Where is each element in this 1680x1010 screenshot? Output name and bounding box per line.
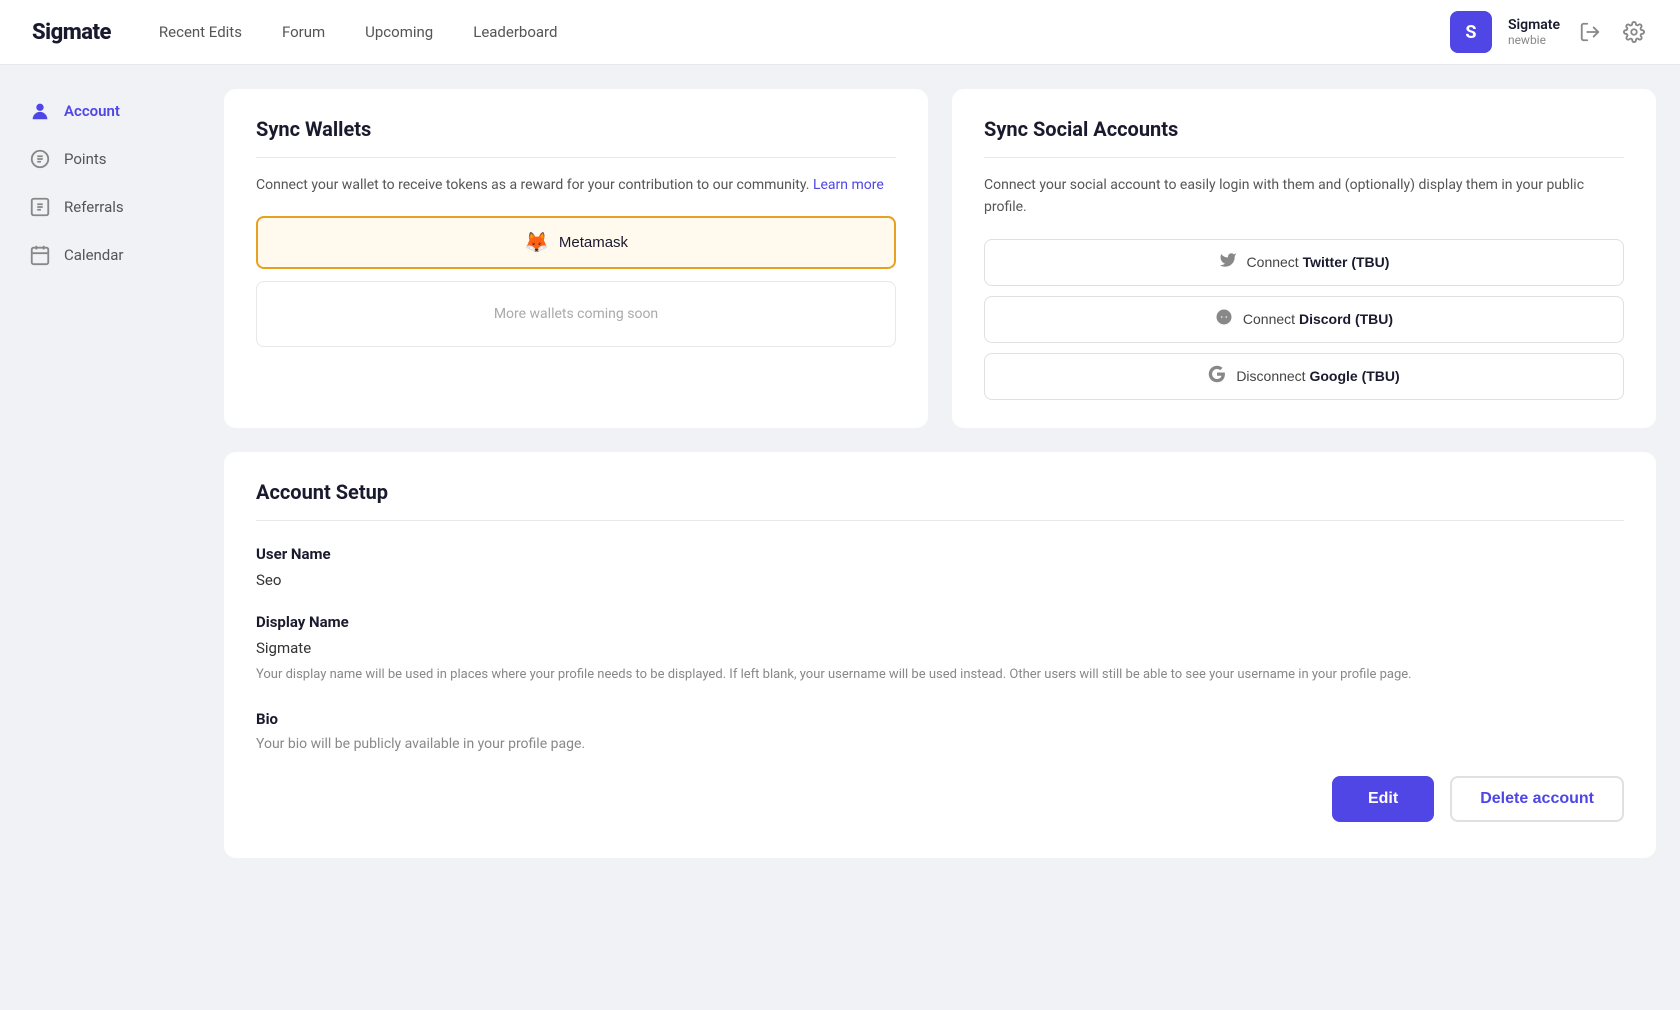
sidebar-item-referrals[interactable]: Referrals [16,185,184,229]
sidebar: Account Points Referrals [0,65,200,945]
nav-recent-edits[interactable]: Recent Edits [159,19,242,45]
discord-label: Connect Discord (TBU) [1243,311,1393,327]
twitter-label: Connect Twitter (TBU) [1247,254,1390,270]
sync-wallets-title: Sync Wallets [256,117,896,158]
calendar-icon [28,243,52,267]
app-logo: Sigmate [32,20,111,45]
sidebar-points-label: Points [64,150,107,168]
display-name-hint: Your display name will be used in places… [256,665,1624,686]
account-icon [28,99,52,123]
discord-connect-button[interactable]: Connect Discord (TBU) [984,296,1624,343]
username-value: Seo [256,571,1624,589]
header-right: S Sigmate newbie [1450,11,1648,53]
logout-icon[interactable] [1576,18,1604,46]
learn-more-link[interactable]: Learn more [813,177,884,193]
page-content: Sync Wallets Connect your wallet to rece… [200,65,1680,945]
google-icon [1208,365,1226,388]
nav-leaderboard[interactable]: Leaderboard [473,19,557,45]
metamask-icon: 🦊 [524,230,549,255]
user-name: Sigmate [1508,17,1560,33]
sync-social-title: Sync Social Accounts [984,117,1624,158]
bio-label: Bio [256,710,1624,728]
more-wallets-placeholder: More wallets coming soon [256,281,896,347]
bio-hint: Your bio will be publicly available in y… [256,736,1624,752]
referrals-icon [28,195,52,219]
sidebar-referrals-label: Referrals [64,198,124,216]
sync-wallets-desc: Connect your wallet to receive tokens as… [256,174,896,196]
google-label: Disconnect Google (TBU) [1236,368,1399,384]
edit-button[interactable]: Edit [1332,776,1434,822]
nav-upcoming[interactable]: Upcoming [365,19,433,45]
twitter-connect-button[interactable]: Connect Twitter (TBU) [984,239,1624,286]
sidebar-item-calendar[interactable]: Calendar [16,233,184,277]
discord-icon [1215,308,1233,331]
account-setup-card: Account Setup User Name Seo Display Name… [224,452,1656,858]
sync-social-card: Sync Social Accounts Connect your social… [952,89,1656,428]
sync-wallets-card: Sync Wallets Connect your wallet to rece… [224,89,928,428]
delete-account-button[interactable]: Delete account [1450,776,1624,822]
points-icon [28,147,52,171]
display-name-label: Display Name [256,613,1624,631]
main-layout: Account Points Referrals [0,65,1680,945]
user-info: Sigmate newbie [1508,17,1560,47]
metamask-button[interactable]: 🦊 Metamask [256,216,896,269]
nav-forum[interactable]: Forum [282,19,325,45]
account-setup-title: Account Setup [256,480,1624,521]
sidebar-item-points[interactable]: Points [16,137,184,181]
sidebar-account-label: Account [64,102,120,120]
twitter-icon [1219,251,1237,274]
avatar[interactable]: S [1450,11,1492,53]
footer-buttons: Edit Delete account [256,752,1624,830]
settings-icon[interactable] [1620,18,1648,46]
sidebar-calendar-label: Calendar [64,246,124,264]
top-cards: Sync Wallets Connect your wallet to rece… [224,89,1656,428]
sidebar-item-account[interactable]: Account [16,89,184,133]
metamask-label: Metamask [559,234,628,251]
username-label: User Name [256,545,1624,563]
sync-social-desc: Connect your social account to easily lo… [984,174,1624,219]
header: Sigmate Recent Edits Forum Upcoming Lead… [0,0,1680,65]
main-nav: Recent Edits Forum Upcoming Leaderboard [159,19,1450,45]
user-role: newbie [1508,33,1560,47]
google-disconnect-button[interactable]: Disconnect Google (TBU) [984,353,1624,400]
display-name-value: Sigmate [256,639,1624,657]
